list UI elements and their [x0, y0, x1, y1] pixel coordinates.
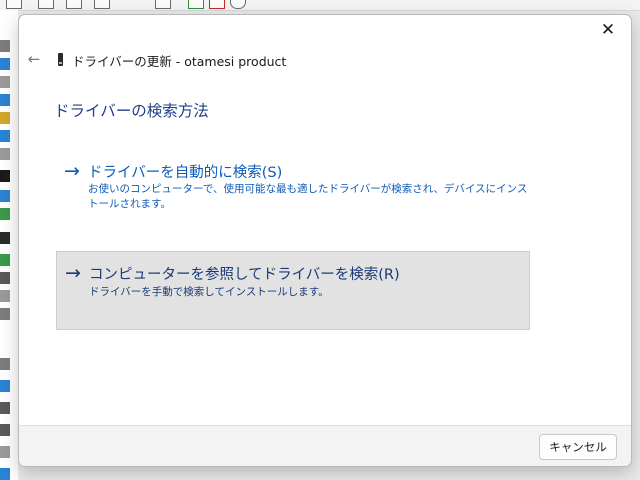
- tree-device-icon[interactable]: [0, 130, 10, 142]
- option-title[interactable]: コンピューターを参照してドライバーを検索(R): [89, 263, 400, 284]
- tree-device-icon[interactable]: [0, 112, 10, 124]
- dialog-footer: キャンセル: [19, 425, 631, 466]
- update-driver-toolbar-icon[interactable]: [188, 0, 204, 9]
- tree-device-icon[interactable]: [0, 170, 10, 182]
- uninstall-toolbar-icon[interactable]: [209, 0, 225, 9]
- tree-device-icon[interactable]: [0, 272, 10, 284]
- tree-device-icon[interactable]: [0, 148, 10, 160]
- option-description: ドライバーを手動で検索してインストールします。: [89, 286, 329, 298]
- toolbar-window-icon[interactable]: [38, 0, 54, 9]
- search-automatically-option[interactable]: → ドライバーを自動的に検索(S) お使いのコンピューターで、使用可能な最も適し…: [56, 153, 528, 219]
- device-tree: [0, 10, 18, 480]
- tree-device-icon[interactable]: [0, 94, 10, 106]
- tree-device-icon[interactable]: [0, 358, 10, 370]
- tree-device-icon[interactable]: [0, 76, 10, 88]
- option-description: お使いのコンピューターで、使用可能な最も適したドライバーが検索され、デバイスにイ…: [88, 183, 528, 210]
- toolbar-window-icon[interactable]: [6, 0, 22, 9]
- tree-device-icon[interactable]: [0, 58, 10, 70]
- tree-device-icon[interactable]: [0, 446, 10, 458]
- background-toolbar: [0, 0, 640, 11]
- tree-device-icon[interactable]: [0, 380, 10, 392]
- page-heading: ドライバーの検索方法: [54, 102, 209, 120]
- close-icon[interactable]: ✕: [585, 15, 631, 45]
- back-arrow-icon[interactable]: ←: [25, 51, 43, 67]
- tree-device-icon[interactable]: [0, 290, 10, 302]
- tree-device-icon[interactable]: [0, 308, 10, 320]
- toolbar-window-icon[interactable]: [94, 0, 110, 9]
- scan-toolbar-icon[interactable]: [230, 0, 246, 9]
- toolbar-window-icon[interactable]: [66, 0, 82, 9]
- tree-device-icon[interactable]: [0, 424, 10, 436]
- arrow-right-icon: →: [64, 160, 80, 182]
- tree-device-icon[interactable]: [0, 190, 10, 202]
- toolbar-window-icon[interactable]: [155, 0, 171, 9]
- cancel-button[interactable]: キャンセル: [539, 434, 617, 460]
- tree-device-icon[interactable]: [0, 40, 10, 52]
- arrow-right-icon: →: [65, 262, 81, 284]
- tree-device-icon[interactable]: [0, 402, 10, 414]
- device-icon: [58, 53, 63, 66]
- option-title[interactable]: ドライバーを自動的に検索(S): [88, 161, 282, 182]
- tree-device-icon[interactable]: [0, 208, 10, 220]
- browse-computer-option[interactable]: → コンピューターを参照してドライバーを検索(R) ドライバーを手動で検索してイ…: [56, 251, 530, 330]
- update-driver-dialog: ✕ ← ドライバーの更新 - otamesi product ドライバーの検索方…: [18, 14, 632, 467]
- dialog-title: ドライバーの更新 - otamesi product: [72, 54, 287, 69]
- tree-device-icon[interactable]: [0, 232, 10, 244]
- tree-device-icon[interactable]: [0, 468, 10, 480]
- tree-device-icon[interactable]: [0, 254, 10, 266]
